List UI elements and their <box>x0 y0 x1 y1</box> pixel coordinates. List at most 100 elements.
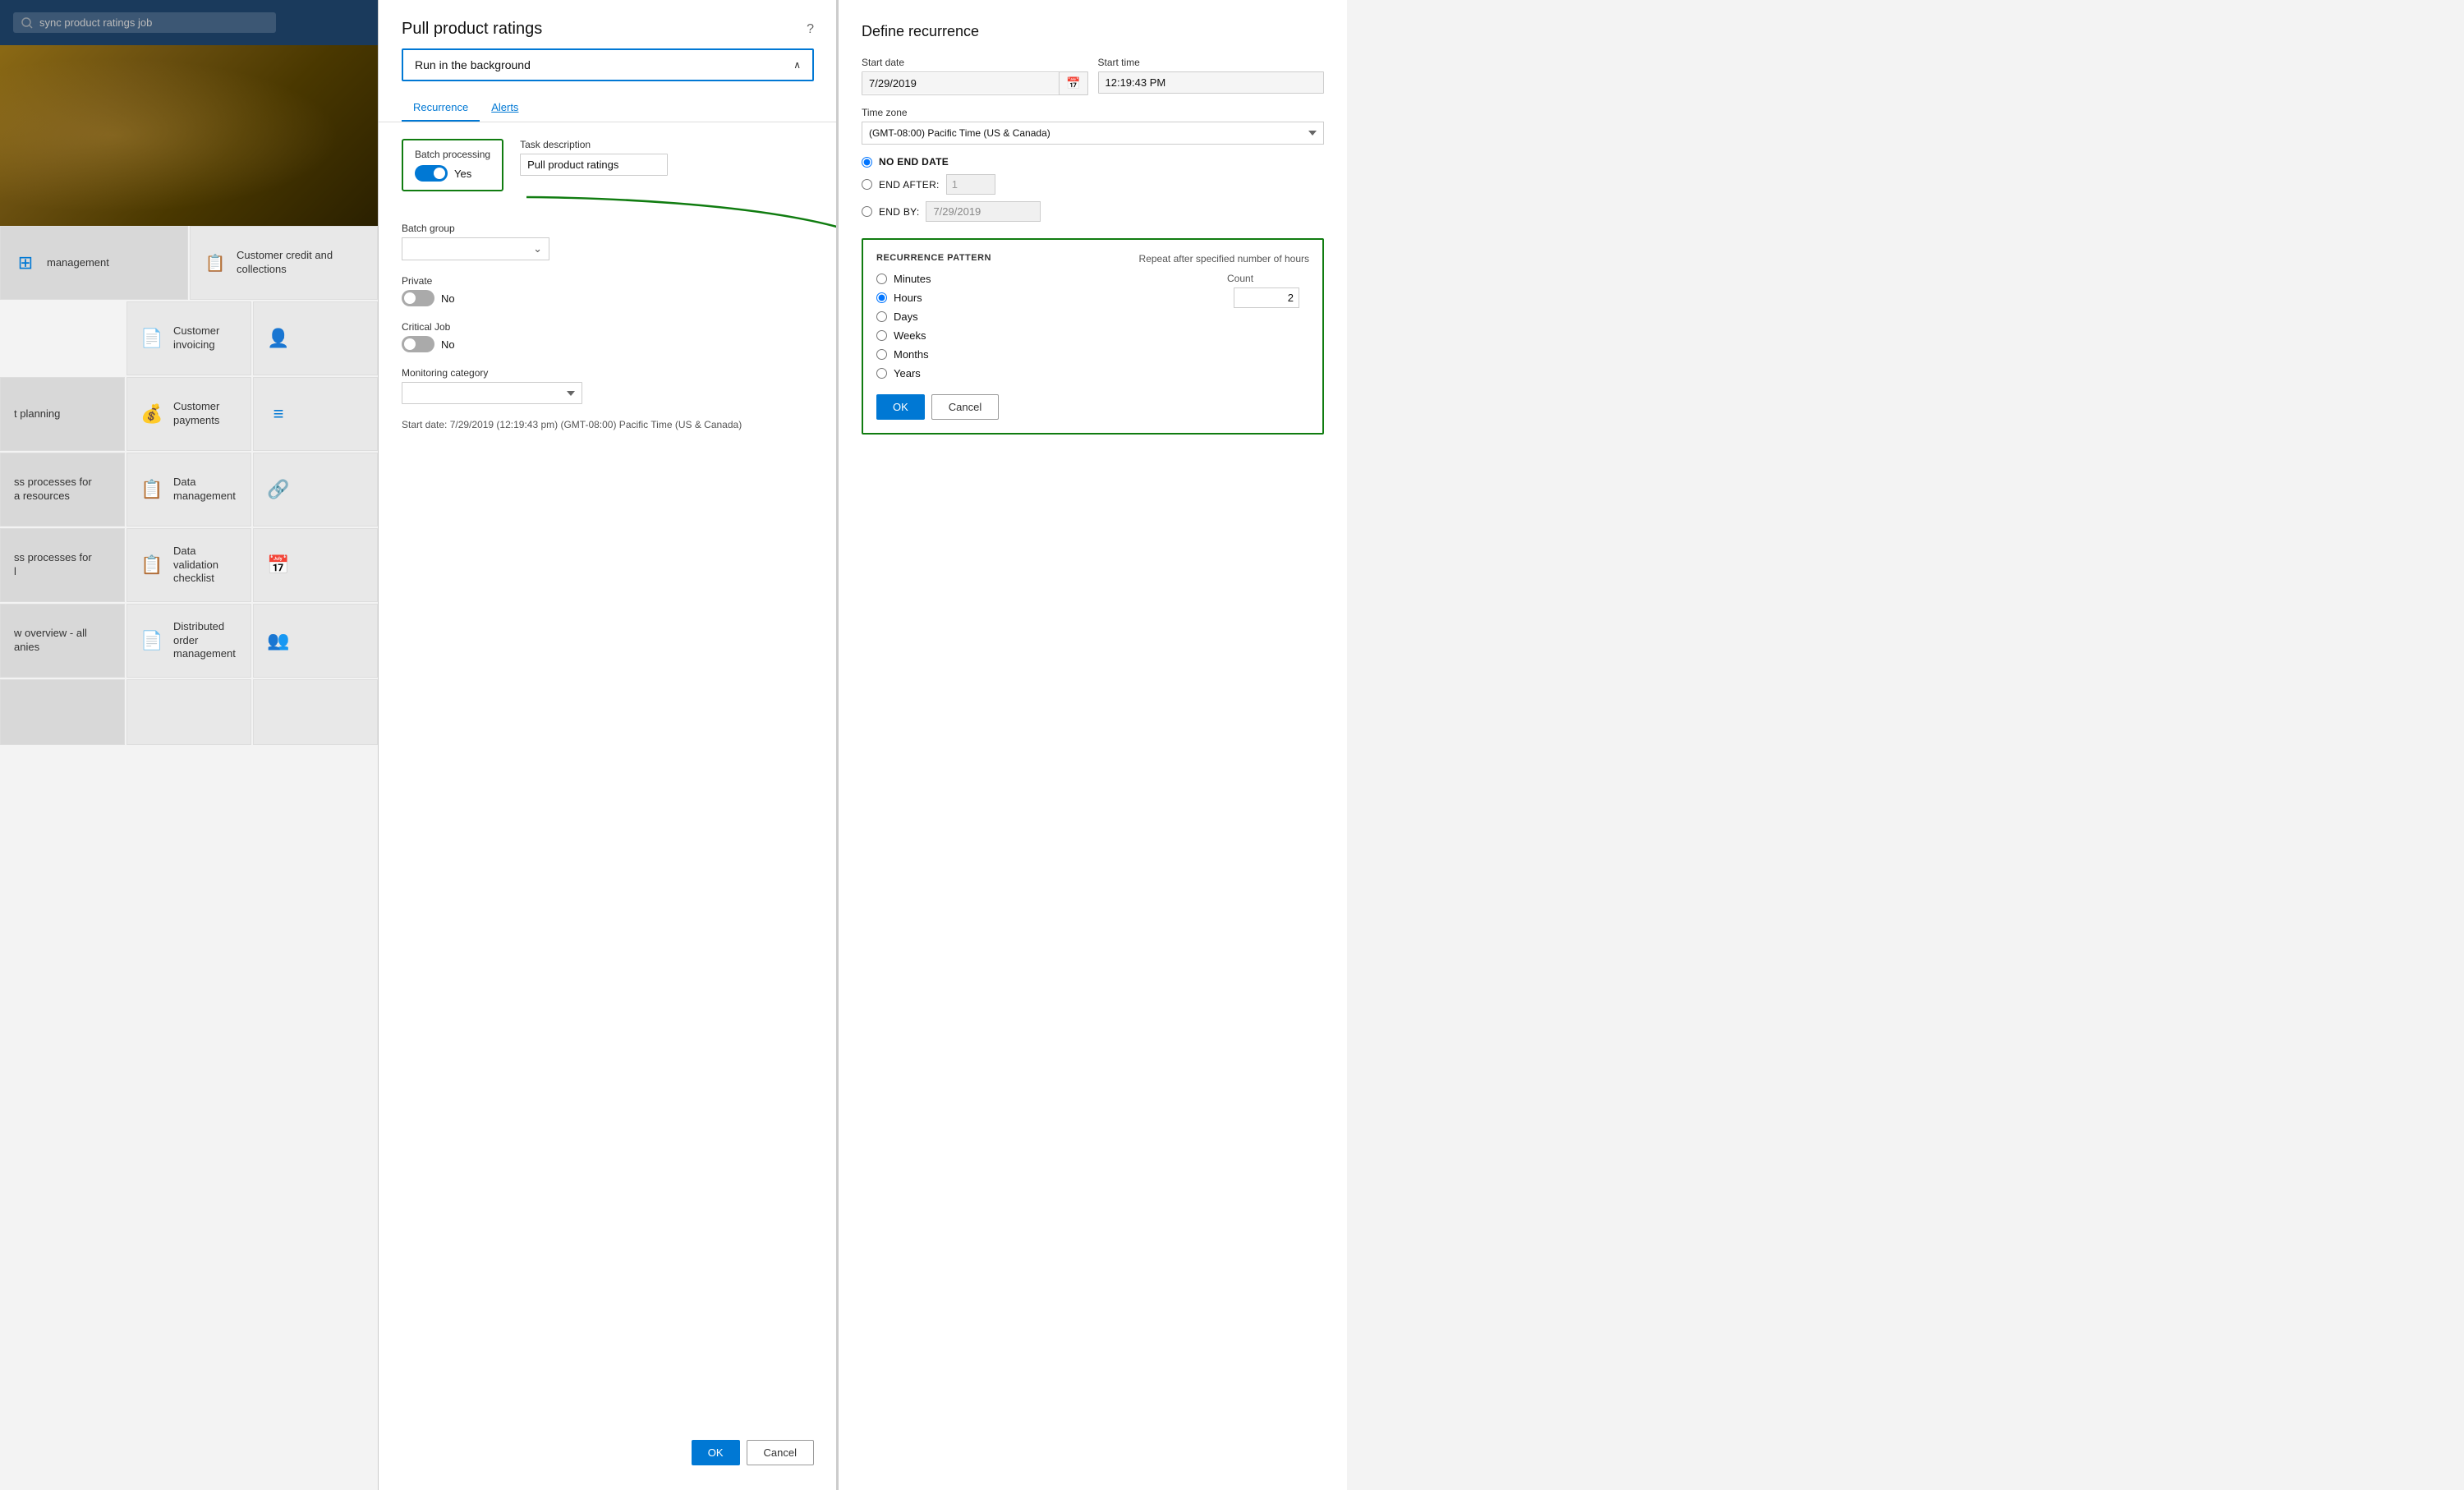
batch-group-input[interactable] <box>402 239 526 260</box>
end-by-date-input[interactable] <box>926 201 1041 222</box>
tab-recurrence[interactable]: Recurrence <box>402 94 480 122</box>
rp-months-label: Months <box>894 348 929 361</box>
tile-label-overview: w overview - allanies <box>14 627 87 655</box>
timezone-label: Time zone <box>862 107 1324 118</box>
tile-label-management: management <box>47 256 109 270</box>
end-after-radio[interactable] <box>862 179 872 190</box>
nav-tile-processes2[interactable]: ss processes forl <box>0 528 125 602</box>
batch-group-dropdown-icon[interactable]: ⌄ <box>526 238 549 260</box>
rp-years-label: Years <box>894 367 921 379</box>
run-bg-dropdown[interactable]: Run in the background ∧ <box>402 48 814 81</box>
nav-tile-distributed-order[interactable]: 📄 Distributed order management <box>126 604 251 678</box>
chevron-up-icon: ∧ <box>793 59 801 71</box>
right-continuation <box>1347 0 2464 1490</box>
nav-tile-planning[interactable]: t planning <box>0 377 125 451</box>
tile-icon-r4: ≡ <box>267 403 290 425</box>
tab-alerts[interactable]: Alerts <box>480 94 530 122</box>
tile-icon-r3: 👤 <box>267 328 290 349</box>
tile-icon-invoicing: 📄 <box>140 328 163 349</box>
nav-tile-overview[interactable]: w overview - allanies <box>0 604 125 678</box>
rp-hours-radio[interactable] <box>876 292 887 303</box>
tile-label-processes1: ss processes fora resources <box>14 476 92 504</box>
rp-hours-label: Hours <box>894 292 922 304</box>
rp-days-radio[interactable] <box>876 311 887 322</box>
rp-minutes-radio[interactable] <box>876 274 887 284</box>
count-label: Count <box>1227 273 1309 284</box>
pull-modal-ok-button[interactable]: OK <box>692 1440 740 1465</box>
pull-modal-footer: OK Cancel <box>692 1440 814 1465</box>
nav-tile-r3[interactable]: 👤 <box>253 301 378 375</box>
batch-processing-box: Batch processing Yes <box>402 139 503 191</box>
tile-icon-data-val: 📋 <box>140 554 163 576</box>
nav-tile-r5[interactable]: 🔗 <box>253 453 378 527</box>
rp-minutes-label: Minutes <box>894 273 931 285</box>
tile-icon-data-mgmt: 📋 <box>140 479 163 500</box>
monitoring-cat-select[interactable] <box>402 382 582 404</box>
rp-cancel-button[interactable]: Cancel <box>931 394 999 420</box>
help-icon[interactable]: ? <box>807 22 814 37</box>
timezone-select[interactable]: (GMT-08:00) Pacific Time (US & Canada) <box>862 122 1324 145</box>
batch-processing-toggle[interactable] <box>415 165 448 182</box>
end-after-row: END AFTER: <box>862 174 1324 195</box>
tile-icon-r6: 📅 <box>267 554 290 576</box>
pull-modal-cancel-button[interactable]: Cancel <box>747 1440 814 1465</box>
pull-product-modal: Pull product ratings ? Run in the backgr… <box>378 0 838 1490</box>
nav-tile-customer-invoicing[interactable]: 📄 Customer invoicing <box>126 301 251 375</box>
rp-repeat-label: Repeat after specified number of hours <box>1139 253 1309 264</box>
modal-tabs: Recurrence Alerts <box>379 94 837 122</box>
private-row: Private No <box>402 275 814 306</box>
nav-tile-processes1[interactable]: ss processes fora resources <box>0 453 125 527</box>
task-desc-input[interactable] <box>520 154 668 176</box>
no-end-date-radio[interactable] <box>862 157 872 168</box>
rp-days-label: Days <box>894 310 918 323</box>
rp-options: Minutes Hours Days Weeks Months <box>876 273 931 379</box>
tile-label-processes2: ss processes forl <box>14 551 92 579</box>
rp-weeks-row: Weeks <box>876 329 931 342</box>
nav-tile-customer-credit[interactable]: 📋 Customer credit and collections <box>190 226 378 300</box>
start-date-time-row: Start date 📅 Start time <box>862 57 1324 95</box>
tile-label-credit: Customer credit and collections <box>237 249 364 277</box>
batch-processing-section: Batch processing Yes <box>402 139 503 208</box>
rp-ok-button[interactable]: OK <box>876 394 925 420</box>
nav-tile-management[interactable]: ⊞ management <box>0 226 188 300</box>
count-input[interactable] <box>1234 287 1299 308</box>
nav-tile-r4[interactable]: ≡ <box>253 377 378 451</box>
rp-years-row: Years <box>876 367 931 379</box>
critical-job-value: No <box>441 338 455 351</box>
nav-tile-bottom3[interactable] <box>253 679 378 745</box>
private-value: No <box>441 292 455 305</box>
tile-icon-r5: 🔗 <box>267 479 290 500</box>
end-by-radio[interactable] <box>862 206 872 217</box>
end-after-count[interactable] <box>946 174 995 195</box>
calendar-icon[interactable]: 📅 <box>1059 72 1087 94</box>
tile-icon-credit: 📋 <box>204 253 227 274</box>
critical-job-toggle[interactable] <box>402 336 434 352</box>
nav-tile-bottom2[interactable] <box>126 679 251 745</box>
tile-label-data-val: Data validation checklist <box>173 545 237 586</box>
nav-tile-data-validation[interactable]: 📋 Data validation checklist <box>126 528 251 602</box>
hero-image <box>0 45 378 226</box>
critical-job-row: Critical Job No <box>402 321 814 352</box>
start-date-input[interactable] <box>862 73 1059 94</box>
tile-label-planning: t planning <box>14 407 60 421</box>
search-box[interactable]: sync product ratings job <box>13 12 276 33</box>
tile-label-distributed: Distributed order management <box>173 620 237 662</box>
tile-icon-management: ⊞ <box>14 252 37 274</box>
private-toggle[interactable] <box>402 290 434 306</box>
nav-tile-bottom1[interactable] <box>0 679 125 745</box>
modal-header: Pull product ratings ? <box>379 0 837 48</box>
start-time-input[interactable] <box>1098 71 1325 94</box>
nav-tile-data-management[interactable]: 📋 Data management <box>126 453 251 527</box>
batch-group-label: Batch group <box>402 223 814 234</box>
nav-tile-r6[interactable]: 📅 <box>253 528 378 602</box>
no-end-date-label: NO END DATE <box>879 156 949 168</box>
rp-years-radio[interactable] <box>876 368 887 379</box>
recurrence-title: Define recurrence <box>862 23 1324 40</box>
rp-weeks-radio[interactable] <box>876 330 887 341</box>
nav-tile-customer-payments[interactable]: 💰 Customer payments <box>126 377 251 451</box>
rp-hours-row: Hours <box>876 292 931 304</box>
nav-tile-r7[interactable]: 👥 <box>253 604 378 678</box>
monitoring-cat-label: Monitoring category <box>402 367 814 379</box>
rp-months-radio[interactable] <box>876 349 887 360</box>
monitoring-category-row: Monitoring category <box>402 367 814 404</box>
